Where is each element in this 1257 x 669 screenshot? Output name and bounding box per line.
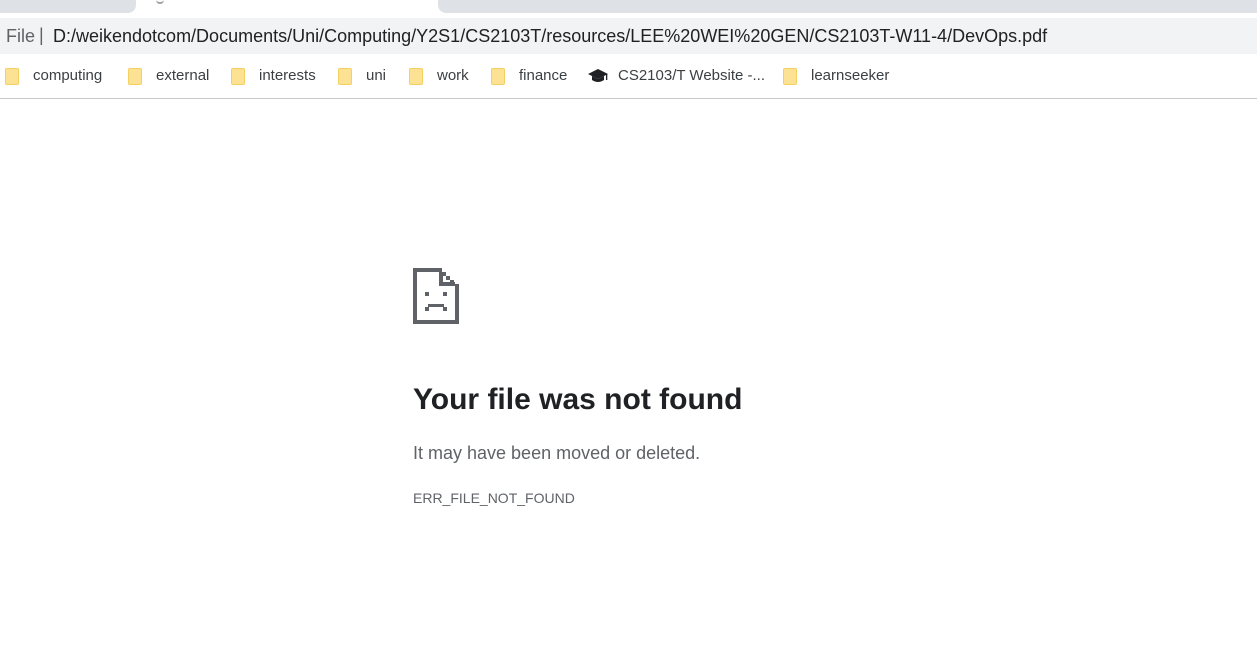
bookmark-label: external <box>156 67 210 84</box>
folder-icon <box>231 67 245 85</box>
bookmark-computing[interactable]: computing <box>5 66 102 86</box>
bookmark-cs2103-website[interactable]: CS2103/T Website -... <box>588 66 765 86</box>
inactive-tab-left[interactable] <box>0 0 136 13</box>
bookmark-label: computing <box>33 67 103 84</box>
address-bar[interactable]: File | D:/weikendotcom/Documents/Uni/Com… <box>0 18 1257 54</box>
url-text[interactable]: D:/weikendotcom/Documents/Uni/Computing/… <box>53 26 1047 46</box>
graduation-cap-icon <box>588 68 608 84</box>
error-title: Your file was not found <box>413 383 743 416</box>
folder-icon <box>783 67 797 85</box>
bookmark-label: uni <box>366 67 387 84</box>
scheme-chip[interactable]: File <box>6 26 35 46</box>
bookmark-label: learnseeker <box>811 67 890 84</box>
bookmark-label: interests <box>259 67 316 84</box>
folder-icon <box>338 67 352 85</box>
bookmark-label: work <box>437 67 469 84</box>
folder-icon <box>409 67 423 85</box>
bookmark-learnseeker[interactable]: learnseeker <box>783 66 889 86</box>
folder-icon <box>491 67 505 85</box>
bookmarks-bar: computing external interests uni work fi… <box>0 54 1257 99</box>
bookmark-uni[interactable]: uni <box>338 66 386 86</box>
loading-spinner-icon <box>156 0 164 4</box>
tab-strip <box>0 0 1257 18</box>
bookmark-external[interactable]: external <box>128 66 209 86</box>
folder-icon <box>5 67 19 85</box>
error-message: It may have been moved or deleted. <box>413 443 701 463</box>
folder-icon <box>128 67 142 85</box>
error-page: Your file was not found It may have been… <box>413 268 1113 506</box>
bookmark-work[interactable]: work <box>409 66 469 86</box>
error-code: ERR_FILE_NOT_FOUND <box>413 490 575 506</box>
bookmark-label: finance <box>519 67 568 84</box>
inactive-tab-right[interactable] <box>438 0 1257 13</box>
bookmark-finance[interactable]: finance <box>491 66 567 86</box>
bookmark-interests[interactable]: interests <box>231 66 316 86</box>
sad-file-icon <box>413 268 459 324</box>
bookmark-label: CS2103/T Website -... <box>618 67 766 84</box>
scheme-separator: | <box>39 25 44 45</box>
